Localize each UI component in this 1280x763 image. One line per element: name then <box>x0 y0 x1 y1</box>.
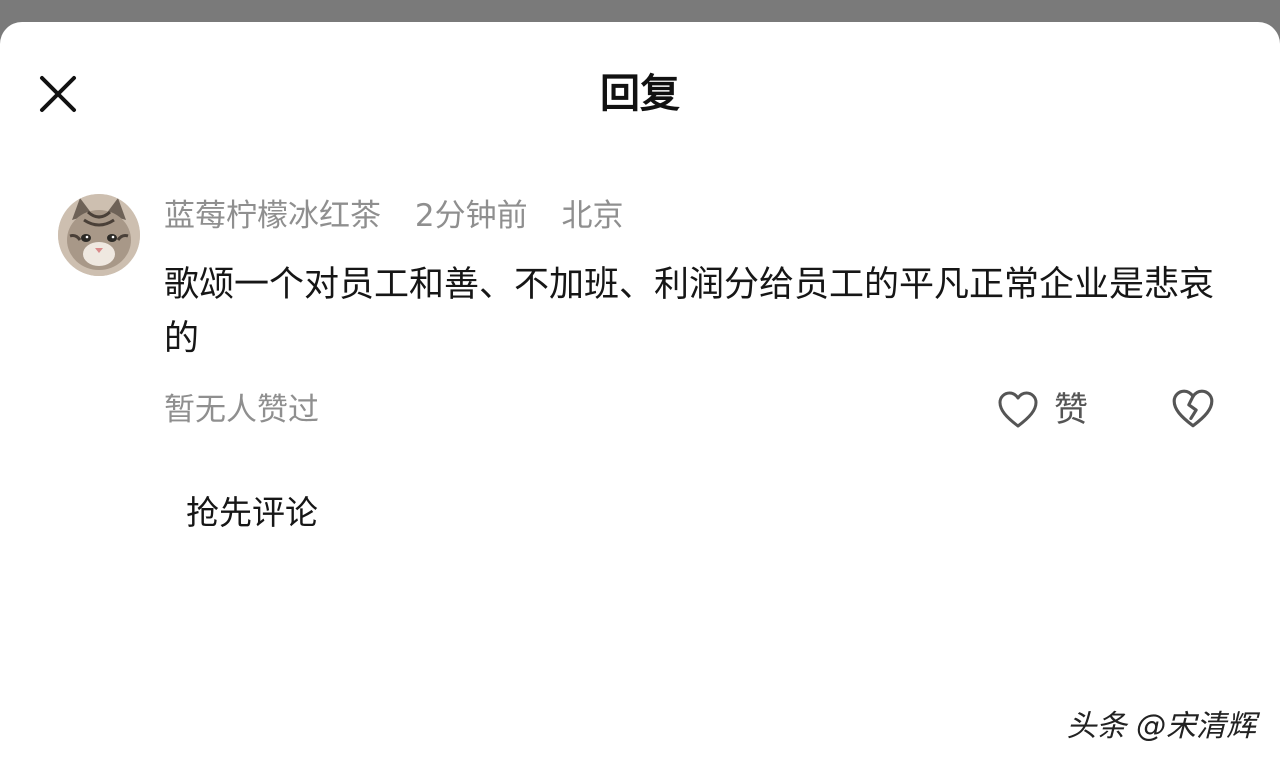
broken-heart-icon <box>1172 389 1214 428</box>
username[interactable]: 蓝莓柠檬冰红茶 <box>164 198 381 234</box>
comment-text: 歌颂一个对员工和善、不加班、利润分给员工的平凡正常企业是悲哀的 <box>164 265 1215 359</box>
avatar[interactable] <box>58 194 140 276</box>
page-title: 回复 <box>600 71 680 117</box>
comment-meta: 蓝莓柠檬冰红茶 2分钟前 北京 <box>164 194 647 238</box>
dislike-button[interactable] <box>1170 386 1216 432</box>
comment-location: 北京 <box>561 198 624 234</box>
reply-sheet: 回复 蓝莓柠檬冰红茶 2分钟前 北京 歌颂一个对员工和善、不加班、利润分给员工的… <box>0 22 1280 763</box>
first-comment-button[interactable]: 抢先评论 <box>186 490 318 536</box>
heart-outline-icon <box>998 391 1038 428</box>
likes-status: 暂无人赞过 <box>164 392 319 428</box>
like-button[interactable]: 赞 <box>996 386 1088 434</box>
comment-time: 2分钟前 <box>414 198 528 234</box>
like-label: 赞 <box>1054 390 1088 430</box>
cat-avatar-icon <box>58 194 140 276</box>
watermark: 头条 @宋清辉 <box>1066 709 1256 744</box>
